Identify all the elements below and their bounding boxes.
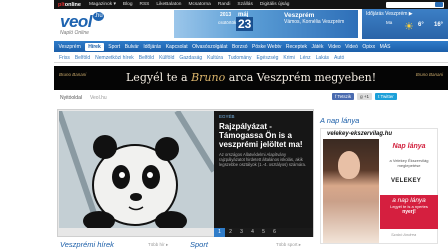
weather-day: Ma — [386, 20, 393, 25]
weather-widget[interactable]: Időjárás Veszprém ▶ Ma ☀ 6° 16° — [362, 9, 448, 39]
ad-text: Legyél te a Bruno arca Veszprém megyeben… — [126, 71, 377, 84]
twitter-button[interactable]: t Twitter — [375, 93, 397, 100]
subnav-item[interactable]: Külföld — [159, 55, 174, 61]
subnav-item[interactable]: Lénz — [300, 55, 311, 61]
top-bar: pltonline Magazinok ▾ Blog RSS LikeBalat… — [54, 0, 448, 9]
city-info: Vámos, Kornélia Veszprém — [284, 19, 345, 25]
facebook-like-button[interactable]: f Tetszik — [332, 93, 355, 100]
slider-page-5[interactable]: 5 — [258, 228, 269, 237]
topbar-item-magazinok[interactable]: Magazinok ▾ — [89, 2, 116, 7]
site-logo[interactable]: veol .hu Napló Online — [60, 12, 105, 36]
sport-more-link[interactable]: Több sport ▸ — [276, 242, 301, 248]
ad-caption-title: Nap lánya — [392, 143, 426, 150]
nav-item-olvasoszolgalat[interactable]: Olvasószolgálat — [192, 44, 227, 50]
featured-article[interactable]: EGYÉB Rajzpályázat - Támogassa Ön is a v… — [214, 111, 313, 228]
model-name: Szabó Andrea — [391, 232, 417, 237]
temp-low: 6° — [418, 22, 424, 28]
nav-item-veszprem[interactable]: Veszprém — [59, 44, 81, 50]
breadcrumb-home[interactable]: Nyitóoldal — [60, 95, 82, 101]
nav-item-opixx[interactable]: Opixx — [362, 44, 375, 50]
nav-item-kapcsolat[interactable]: Kapcsolat — [166, 44, 188, 50]
date-day: 23 — [236, 17, 254, 31]
nav-item-idojaras[interactable]: Időjárás — [143, 44, 161, 50]
ad-banner[interactable]: Bruno Banani Legyél te a Bruno arca Vesz… — [54, 66, 448, 90]
veszprem-more-link[interactable]: Több hír ▸ — [148, 242, 168, 248]
article-title[interactable]: Rajzpályázat - Támogassa Ön is a veszpré… — [219, 122, 308, 149]
section-title-sport[interactable]: Sport — [190, 240, 208, 249]
topbar-item-rss[interactable]: RSS — [140, 2, 150, 7]
girl-of-the-day-ad[interactable]: velekey-ekszervilag.hu Nap lánya a Velek… — [320, 128, 438, 244]
subnav-item[interactable]: Kultúra — [207, 55, 223, 61]
promo-line-1: a nap lánya — [392, 197, 426, 204]
model-face — [338, 151, 360, 179]
subnav-item[interactable]: Nemzetközi hírek — [95, 55, 134, 61]
promo-box[interactable]: a nap lánya Legyél te is a nyertes nyerj… — [380, 195, 438, 229]
main-nav: Veszprém Hírek Sport Bulvár Időjárás Kap… — [54, 41, 448, 52]
search-input[interactable] — [386, 1, 444, 8]
portal-logo[interactable]: pltonline — [58, 2, 81, 8]
velekey-logo: VELEKEY — [391, 178, 422, 184]
google-plus-button[interactable]: g +1 — [357, 93, 373, 100]
ad-url[interactable]: velekey-ekszervilag.hu — [327, 131, 392, 137]
slider-pager: 1 2 3 4 5 6 — [214, 228, 313, 237]
slider-page-2[interactable]: 2 — [225, 228, 236, 237]
nav-item-bulvar[interactable]: Bulvár — [125, 44, 139, 50]
featured-image[interactable] — [59, 111, 214, 228]
city-name: Veszprém — [284, 12, 315, 19]
social-buttons: f Tetszik g +1 t Twitter — [332, 93, 400, 100]
subnav-item[interactable]: Friss — [59, 55, 70, 61]
topbar-item-likebalaton[interactable]: LikeBalaton — [156, 2, 181, 7]
nav-item-borzso[interactable]: Borzsó — [232, 44, 248, 50]
nav-item-video[interactable]: Video — [328, 44, 341, 50]
subnav-item[interactable]: Krimi — [283, 55, 294, 61]
weather-title[interactable]: Időjárás Veszprém ▶ — [366, 11, 413, 17]
subnav-item[interactable]: Gazdaság — [179, 55, 202, 61]
ad-right-logo: Bruno Banani — [415, 72, 443, 77]
nav-item-video2[interactable]: Videó — [345, 44, 358, 50]
nav-item-hirek[interactable]: Hírek — [85, 42, 104, 51]
nav-item-receptek[interactable]: Receptek — [286, 44, 307, 50]
slider-page-4[interactable]: 4 — [247, 228, 258, 237]
sun-icon: ☀ — [404, 21, 414, 33]
ad-caption-sub: a Velekey Ékszervilág meglepetése — [389, 158, 429, 168]
breadcrumb: Nyitóoldal Veol.hu — [60, 95, 107, 101]
site-header: veol .hu Napló Online 2013 máj 23 csütört… — [54, 9, 448, 39]
topbar-item-blog[interactable]: Blog — [123, 2, 133, 7]
subnav-item[interactable]: Tudomány — [228, 55, 251, 61]
nav-item-sport[interactable]: Sport — [108, 44, 120, 50]
date-dow: csütörtök — [218, 20, 237, 25]
featured-slider: EGYÉB Rajzpályázat - Támogassa Ön is a v… — [57, 109, 314, 237]
subnav-item[interactable]: Autó — [334, 55, 344, 61]
topbar-item-randi[interactable]: Randi — [218, 2, 231, 7]
article-category: EGYÉB — [219, 114, 235, 119]
section-title-veszprem[interactable]: Veszprémi hírek — [60, 240, 114, 249]
panda-drawing-image — [59, 111, 214, 228]
date-box: 2013 máj 23 csütörtök — [218, 12, 258, 34]
subnav-item[interactable]: Belföld — [139, 55, 154, 61]
subnav-item[interactable]: Belföld — [75, 55, 90, 61]
city-box: Veszprém Vámos, Kornélia Veszprém — [284, 12, 354, 25]
topbar-item-mcsatorna[interactable]: Mcsatorna — [188, 2, 210, 7]
topbar-item-digitalis-ujsag[interactable]: Digitális újság — [260, 2, 290, 7]
date-year: 2013 — [220, 12, 232, 18]
breadcrumb-current[interactable]: Veol.hu — [90, 95, 107, 101]
nav-item-webtv[interactable]: Pöske Webtv — [252, 44, 281, 50]
subnav-item[interactable]: Lakás — [316, 55, 329, 61]
slider-page-6[interactable]: 6 — [269, 228, 280, 237]
subnav-item[interactable]: Egészség — [256, 55, 278, 61]
article-lead: Az országos Allatvédelmi Alapítvány rajz… — [219, 152, 307, 168]
nav-item-jatek[interactable]: Játék — [312, 44, 324, 50]
slider-page-3[interactable]: 3 — [236, 228, 247, 237]
nav-item-mas[interactable]: MÁS — [380, 44, 391, 50]
promo-line-3: nyerj! — [402, 209, 416, 215]
sub-nav: Friss Belföld Nemzetközi hírek Belföld K… — [54, 54, 448, 63]
slider-page-1[interactable]: 1 — [214, 228, 225, 237]
search-icon[interactable] — [435, 2, 443, 7]
topbar-item-szallas[interactable]: Szállás — [237, 2, 252, 7]
ad-left-logo: Bruno Banani — [59, 72, 87, 77]
girl-of-the-day-title: A nap lánya — [320, 116, 360, 125]
temp-high: 16° — [434, 22, 444, 28]
